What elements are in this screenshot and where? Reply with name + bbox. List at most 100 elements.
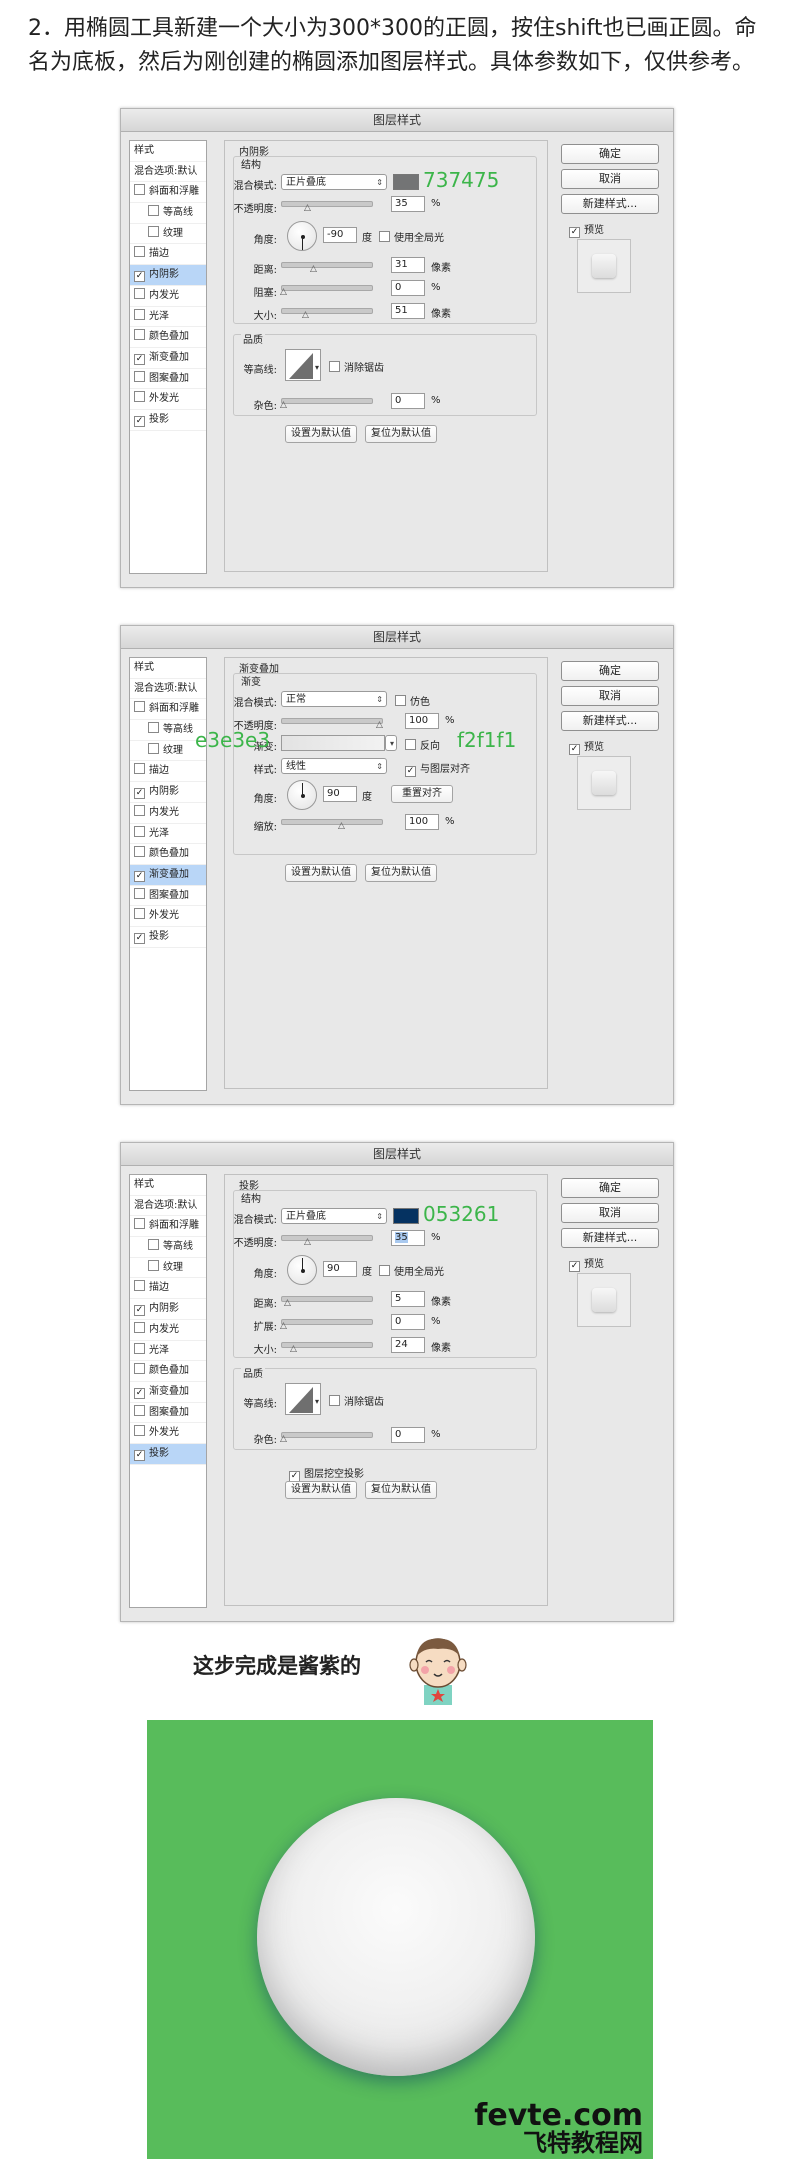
size-slider[interactable]: △ (281, 308, 373, 320)
sidebar-item-satin[interactable]: 光泽 (130, 824, 206, 845)
checkbox[interactable] (148, 742, 159, 754)
ok-button[interactable]: 确定 (561, 144, 659, 164)
sidebar-blend-options[interactable]: 混合选项:默认 (130, 1196, 206, 1217)
sidebar-item-outer-glow[interactable]: 外发光 (130, 906, 206, 927)
sidebar-item-drop-shadow[interactable]: ✓ 投影 (130, 927, 206, 948)
anti-alias-checkbox[interactable]: 消除锯齿 (329, 359, 384, 374)
blend-mode-select[interactable]: 正片叠底 ⇕ (281, 174, 387, 190)
blend-mode-select[interactable]: 正片叠底 ⇕ (281, 1208, 387, 1224)
sidebar-item-outer-glow[interactable]: 外发光 (130, 1423, 206, 1444)
distance-slider[interactable]: △ (281, 262, 373, 274)
sidebar-item-gradient-overlay[interactable]: ✓ 渐变叠加 (130, 1382, 206, 1403)
sidebar-item-stroke[interactable]: 描边 (130, 1278, 206, 1300)
distance-input[interactable]: 5 (391, 1291, 425, 1307)
sidebar-item-satin[interactable]: 光泽 (130, 1341, 206, 1362)
global-light-checkbox[interactable]: 使用全局光 (379, 1263, 444, 1278)
scale-slider[interactable]: △ (281, 819, 383, 831)
sidebar-item-bevel[interactable]: 斜面和浮雕 (130, 182, 206, 204)
reset-align-button[interactable]: 重置对齐 (391, 785, 453, 803)
sidebar-item-texture[interactable]: 纹理 (130, 1258, 206, 1279)
noise-input[interactable]: 0 (391, 393, 425, 409)
sidebar-item-bevel[interactable]: 斜面和浮雕 (130, 699, 206, 721)
checkbox[interactable] (134, 1425, 145, 1437)
checkbox[interactable] (134, 804, 145, 816)
global-light-checkbox[interactable]: 使用全局光 (379, 229, 444, 244)
knockout-checkbox[interactable]: ✓ 图层挖空投影 (289, 1465, 364, 1482)
sidebar-item-color-overlay[interactable]: 颜色叠加 (130, 327, 206, 348)
gradient-picker[interactable] (281, 735, 385, 751)
angle-dial[interactable] (287, 780, 317, 810)
checkbox-checked[interactable]: ✓ (134, 932, 145, 944)
sidebar-item-satin[interactable]: 光泽 (130, 307, 206, 328)
checkbox[interactable] (134, 1280, 145, 1292)
contour-picker[interactable]: ▾ (285, 1383, 321, 1415)
checkbox-checked[interactable]: ✓ (134, 415, 145, 427)
sidebar-item-inner-glow[interactable]: 内发光 (130, 286, 206, 307)
sidebar-item-drop-shadow[interactable]: ✓ 投影 (130, 1443, 206, 1465)
checkbox[interactable] (134, 308, 145, 320)
sidebar-item-contour[interactable]: 等高线 (130, 1237, 206, 1258)
checkbox-checked[interactable]: ✓ (134, 1387, 145, 1399)
noise-slider[interactable]: △ (280, 1432, 373, 1444)
opacity-slider[interactable]: △ (281, 201, 373, 213)
new-style-button[interactable]: 新建样式... (561, 194, 659, 214)
checkbox[interactable] (134, 391, 145, 403)
sidebar-blend-options[interactable]: 混合选项:默认 (130, 679, 206, 700)
sidebar-item-drop-shadow[interactable]: ✓ 投影 (130, 410, 206, 431)
checkbox[interactable] (134, 1342, 145, 1354)
sidebar-item-inner-glow[interactable]: 内发光 (130, 803, 206, 824)
dither-checkbox[interactable]: 仿色 (395, 693, 430, 708)
checkbox[interactable] (134, 329, 145, 341)
checkbox[interactable] (134, 184, 145, 196)
checkbox[interactable] (134, 701, 145, 713)
checkbox[interactable] (134, 763, 145, 775)
checkbox-checked[interactable]: ✓ (134, 788, 145, 800)
reset-default-button[interactable]: 复位为默认值 (365, 425, 437, 443)
cancel-button[interactable]: 取消 (561, 686, 659, 706)
checkbox[interactable] (148, 1259, 159, 1271)
size-input[interactable]: 24 (391, 1337, 425, 1353)
opacity-slider[interactable]: △ (281, 1235, 373, 1247)
preview-checkbox[interactable]: ✓ 预览 (569, 221, 604, 238)
ok-button[interactable]: 确定 (561, 1178, 659, 1198)
preview-checkbox[interactable]: ✓ 预览 (569, 1255, 604, 1272)
new-style-button[interactable]: 新建样式... (561, 711, 659, 731)
sidebar-item-pattern-overlay[interactable]: 图案叠加 (130, 369, 206, 390)
checkbox-checked[interactable]: ✓ (134, 1449, 145, 1461)
sidebar-item-inner-shadow[interactable]: ✓ 内阴影 (130, 265, 206, 286)
opacity-slider[interactable]: △ (281, 718, 383, 730)
sidebar-item-color-overlay[interactable]: 颜色叠加 (130, 844, 206, 865)
checkbox-checked[interactable]: ✓ (134, 271, 145, 283)
angle-input[interactable]: -90 (323, 227, 357, 243)
sidebar-item-pattern-overlay[interactable]: 图案叠加 (130, 1403, 206, 1424)
spread-slider[interactable]: △ (280, 1319, 373, 1331)
sidebar-item-inner-shadow[interactable]: ✓ 内阴影 (130, 782, 206, 803)
distance-slider[interactable]: △ (281, 1296, 373, 1308)
choke-slider[interactable]: △ (280, 285, 373, 297)
sidebar-item-texture[interactable]: 纹理 (130, 224, 206, 245)
gradient-dropdown[interactable]: ▾ (385, 735, 397, 751)
anti-alias-checkbox[interactable]: 消除锯齿 (329, 1393, 384, 1408)
checkbox[interactable] (148, 722, 159, 734)
align-layer-checkbox[interactable]: ✓ 与图层对齐 (405, 760, 470, 777)
scale-input[interactable]: 100 (405, 814, 439, 830)
checkbox[interactable] (134, 1218, 145, 1230)
set-default-button[interactable]: 设置为默认值 (285, 425, 357, 443)
sidebar-item-color-overlay[interactable]: 颜色叠加 (130, 1361, 206, 1382)
style-select[interactable]: 线性 ⇕ (281, 758, 387, 774)
checkbox[interactable] (134, 1404, 145, 1416)
checkbox[interactable] (134, 825, 145, 837)
color-swatch[interactable] (393, 1208, 419, 1224)
reset-default-button[interactable]: 复位为默认值 (365, 864, 437, 882)
preview-checkbox[interactable]: ✓ 预览 (569, 738, 604, 755)
distance-input[interactable]: 31 (391, 257, 425, 273)
sidebar-item-gradient-overlay[interactable]: ✓ 渐变叠加 (130, 348, 206, 369)
checkbox[interactable] (134, 370, 145, 382)
sidebar-item-inner-shadow[interactable]: ✓ 内阴影 (130, 1299, 206, 1320)
color-swatch[interactable] (393, 174, 419, 190)
noise-slider[interactable]: △ (280, 398, 373, 410)
checkbox[interactable] (134, 1363, 145, 1375)
sidebar-item-bevel[interactable]: 斜面和浮雕 (130, 1216, 206, 1238)
sidebar-blend-options[interactable]: 混合选项:默认 (130, 162, 206, 183)
ok-button[interactable]: 确定 (561, 661, 659, 681)
